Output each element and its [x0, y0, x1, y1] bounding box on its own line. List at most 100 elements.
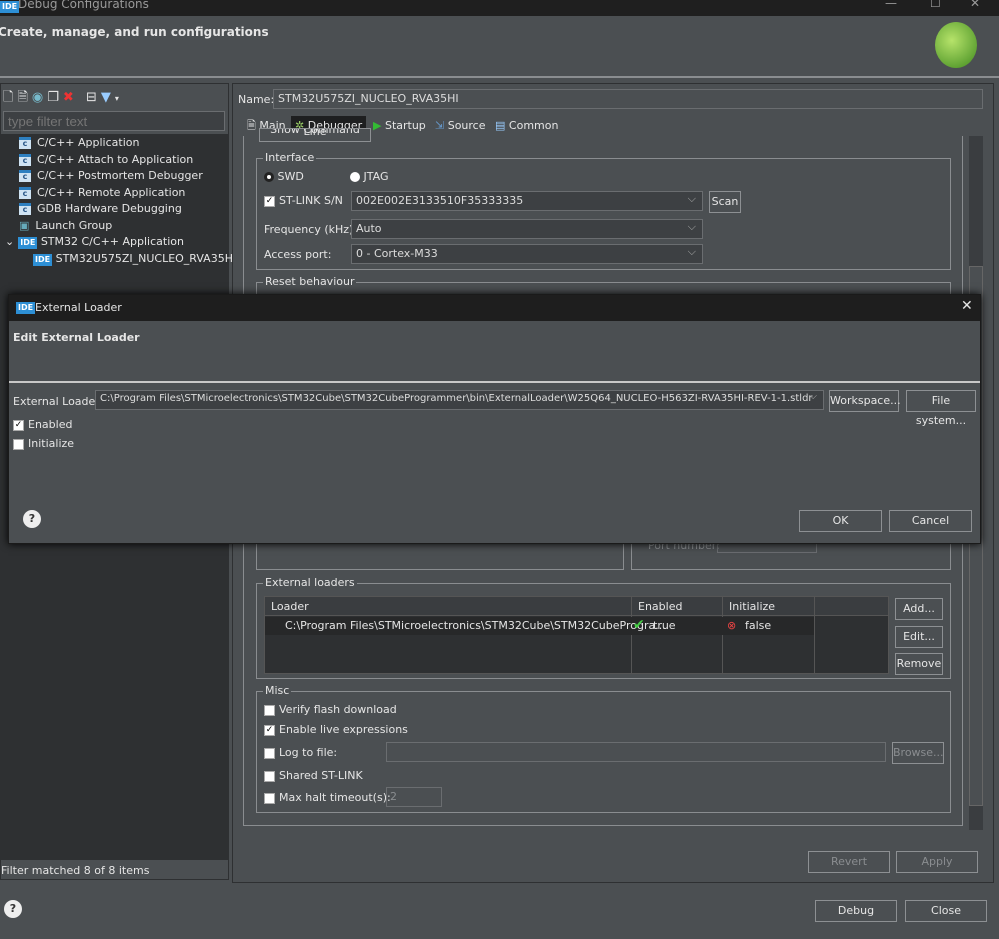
new-prototype-icon[interactable]: 🗎: [17, 90, 31, 105]
frequency-combo[interactable]: Auto: [351, 219, 703, 239]
halt-label: Max halt timeout(s):: [279, 791, 391, 804]
name-field[interactable]: STM32U575ZI_NUCLEO_RVA35HI: [273, 89, 983, 109]
table-row[interactable]: C:\Program Files\STMicroelectronics\STM3…: [265, 617, 814, 635]
initialize-label: Initialize: [28, 437, 75, 450]
dialog-title-bar: IDE External Loader ✕: [9, 295, 980, 321]
remove-loader-button[interactable]: Remove: [895, 653, 943, 675]
file-system-button[interactable]: File system...: [906, 390, 976, 427]
minimize-button[interactable]: —: [885, 0, 897, 10]
stlink-checkbox[interactable]: ✓ ST-LINK S/N: [264, 194, 343, 207]
collapse-all-icon[interactable]: ⊟: [86, 90, 101, 105]
tree-item-cpp-remote[interactable]: c C/C++ Remote Application: [19, 186, 185, 199]
export-icon[interactable]: ◉: [32, 90, 47, 105]
launch-group-icon: ▣: [19, 219, 30, 232]
workspace-button[interactable]: Workspace...: [829, 390, 901, 412]
checkbox-icon: [264, 792, 275, 804]
radio-icon: [350, 172, 360, 182]
shared-stlink-checkbox[interactable]: Shared ST-LINK: [264, 769, 363, 782]
shared-label: Shared ST-LINK: [279, 769, 363, 782]
log-to-file-checkbox[interactable]: Log to file:: [264, 746, 337, 759]
tab-common[interactable]: ▤ Common: [491, 116, 562, 136]
radio-selected-icon: [264, 172, 274, 182]
item-label: STM32 C/C++ Application: [40, 235, 184, 248]
checkbox-checked-icon: ✓: [264, 724, 275, 736]
browse-button[interactable]: Browse...: [892, 742, 944, 764]
show-command-line-button[interactable]: Show Command Line: [259, 128, 371, 142]
halt-timeout-field[interactable]: 2: [386, 787, 442, 807]
apply-button[interactable]: Apply: [896, 851, 978, 873]
window-title: Debug Configurations: [18, 0, 149, 11]
play-icon: ▶: [373, 119, 382, 132]
external-loaders-title: External loaders: [263, 576, 357, 589]
help-icon[interactable]: ?: [4, 900, 22, 918]
column-enabled[interactable]: Enabled: [631, 597, 688, 673]
cancel-button[interactable]: Cancel: [889, 510, 972, 532]
close-button[interactable]: Close: [905, 900, 987, 922]
external-loaders-group: External loaders Loader Enabled Initiali…: [256, 576, 951, 679]
live-label: Enable live expressions: [279, 723, 408, 736]
delete-icon[interactable]: ✖: [63, 90, 78, 105]
initialize-checkbox[interactable]: Initialize: [13, 437, 74, 450]
interface-title: Interface: [263, 151, 317, 164]
error-icon: ⊗: [727, 619, 737, 632]
tab-label: Startup: [384, 119, 426, 132]
scan-button[interactable]: Scan: [709, 191, 741, 213]
stlink-sn-combo[interactable]: 002E002E3133510F35333335: [351, 191, 703, 211]
checkbox-checked-icon: ✓: [13, 419, 24, 431]
interface-group: Interface SWD JTAG ✓ ST-LINK S/N 002E002E…: [256, 151, 951, 270]
max-halt-checkbox[interactable]: Max halt timeout(s):: [264, 791, 391, 804]
help-icon[interactable]: ?: [23, 510, 41, 528]
tab-label: Source: [447, 119, 486, 132]
filter-icon[interactable]: ▼: [101, 90, 115, 105]
chevron-down-icon[interactable]: ⌄: [5, 235, 14, 248]
view-menu-icon[interactable]: ▾: [115, 94, 123, 103]
swd-radio[interactable]: SWD: [264, 170, 304, 183]
cell-enabled: true: [653, 619, 676, 632]
add-loader-button[interactable]: Add...: [895, 598, 943, 620]
tree-item-stm32u575[interactable]: IDE STM32U575ZI_NUCLEO_RVA35HI: [33, 252, 236, 266]
enabled-label: Enabled: [28, 418, 73, 431]
log-file-field[interactable]: [386, 742, 886, 762]
item-label: C/C++ Attach to Application: [37, 153, 194, 166]
dialog-header: Edit External Loader: [9, 321, 980, 383]
toolbar: 🗋🗎◉❐✖ ⊟▼▾: [3, 88, 123, 110]
check-icon: ✔: [633, 617, 645, 633]
ide-icon: IDE: [0, 1, 20, 13]
column-initialize[interactable]: Initialize: [722, 597, 781, 673]
debug-button[interactable]: Debug: [815, 900, 897, 922]
item-label: Launch Group: [35, 219, 113, 232]
c-icon: c: [19, 154, 31, 166]
edit-loader-button[interactable]: Edit...: [895, 626, 943, 648]
tree-item-gdb-hw[interactable]: c GDB Hardware Debugging: [19, 202, 182, 215]
checkbox-icon: [13, 438, 24, 450]
filter-input[interactable]: [3, 111, 225, 131]
tree-item-stm32-app[interactable]: ⌄ IDE STM32 C/C++ Application: [5, 235, 184, 249]
revert-button[interactable]: Revert: [808, 851, 890, 873]
checkbox-icon: [264, 704, 275, 716]
loaders-table: Loader Enabled Initialize C:\Program Fil…: [264, 596, 889, 674]
tree-item-cpp-app[interactable]: c C/C++ Application: [19, 136, 139, 149]
c-icon: c: [19, 137, 31, 149]
tab-startup[interactable]: ▶ Startup: [369, 116, 430, 136]
live-expressions-checkbox[interactable]: ✓ Enable live expressions: [264, 723, 408, 736]
enabled-checkbox[interactable]: ✓ Enabled: [13, 418, 72, 431]
name-label: Name:: [238, 93, 275, 106]
maximize-button[interactable]: ☐: [930, 0, 941, 10]
jtag-radio[interactable]: JTAG: [350, 170, 388, 183]
tab-source[interactable]: ⇲ Source: [431, 116, 490, 136]
frequency-label: Frequency (kHz):: [264, 223, 358, 236]
tree-item-cpp-postmortem[interactable]: c C/C++ Postmortem Debugger: [19, 169, 203, 182]
tree-item-launch-group[interactable]: ▣ Launch Group: [19, 219, 112, 232]
external-loader-dialog: IDE External Loader ✕ Edit External Load…: [8, 294, 981, 544]
column-loader[interactable]: Loader: [271, 600, 309, 613]
close-window-button[interactable]: ✕: [970, 0, 980, 10]
stlink-label: ST-LINK S/N: [279, 194, 343, 207]
new-config-icon[interactable]: 🗋: [3, 90, 17, 105]
tree-item-cpp-attach[interactable]: c C/C++ Attach to Application: [19, 153, 193, 166]
verify-flash-checkbox[interactable]: Verify flash download: [264, 703, 397, 716]
external-loader-combo[interactable]: C:\Program Files\STMicroelectronics\STM3…: [95, 390, 824, 410]
ok-button[interactable]: OK: [799, 510, 882, 532]
dialog-close-button[interactable]: ✕: [961, 298, 973, 314]
access-port-combo[interactable]: 0 - Cortex-M33: [351, 244, 703, 264]
duplicate-icon[interactable]: ❐: [47, 90, 63, 105]
